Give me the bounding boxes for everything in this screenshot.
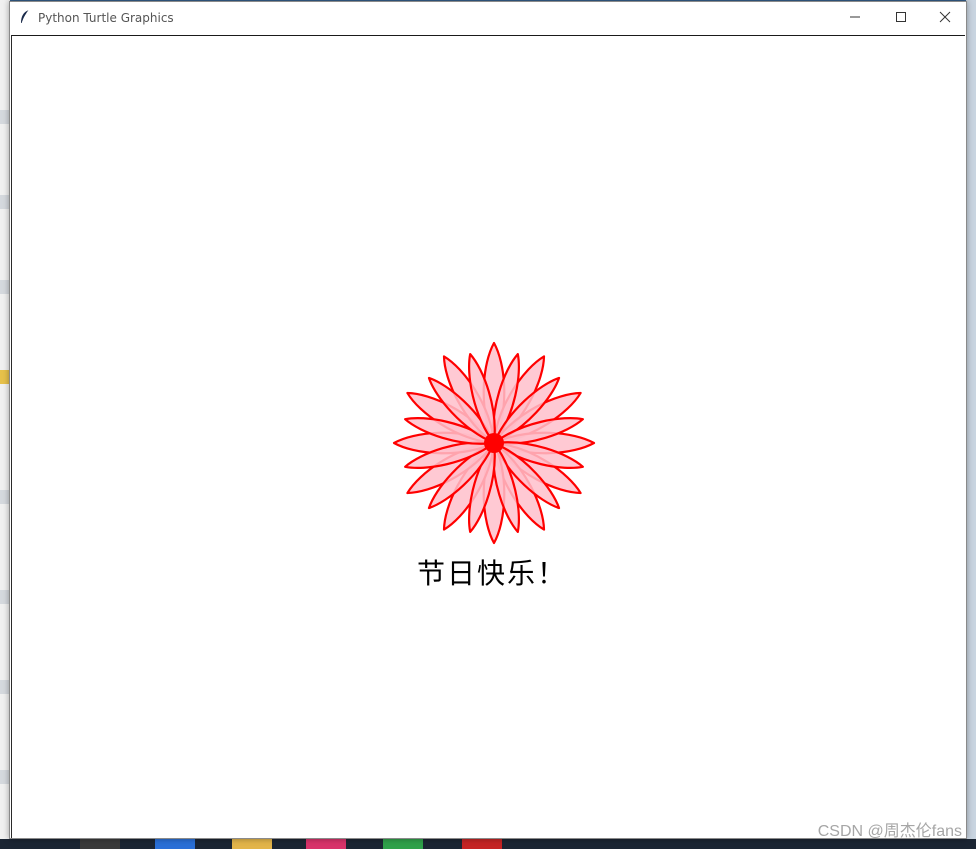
- taskbar-app-icon[interactable]: [80, 839, 120, 849]
- minimize-button[interactable]: [832, 2, 878, 32]
- minimize-icon: [849, 11, 861, 23]
- flower-drawing: [392, 341, 596, 545]
- taskbar-app-icon[interactable]: [306, 839, 346, 849]
- desktop-right-edge: [966, 0, 976, 849]
- greeting-text: 节日快乐！: [416, 557, 567, 590]
- taskbar-app-icon[interactable]: [383, 839, 423, 849]
- close-button[interactable]: [922, 2, 968, 32]
- window-title: Python Turtle Graphics: [38, 11, 174, 25]
- turtle-canvas[interactable]: 节日快乐！: [11, 35, 965, 838]
- close-icon: [939, 11, 951, 23]
- taskbar-app-icon[interactable]: [462, 839, 502, 849]
- maximize-icon: [895, 11, 907, 23]
- title-bar[interactable]: Python Turtle Graphics: [10, 2, 966, 34]
- taskbar-app-icon[interactable]: [155, 839, 195, 849]
- turtle-window: Python Turtle Graphics 节日快乐！: [9, 1, 967, 839]
- watermark: CSDN @周杰伦fans: [817, 823, 962, 840]
- feather-icon: [18, 9, 32, 25]
- taskbar-app-icon[interactable]: [232, 839, 272, 849]
- maximize-button[interactable]: [878, 2, 924, 32]
- flower-center: [484, 433, 504, 453]
